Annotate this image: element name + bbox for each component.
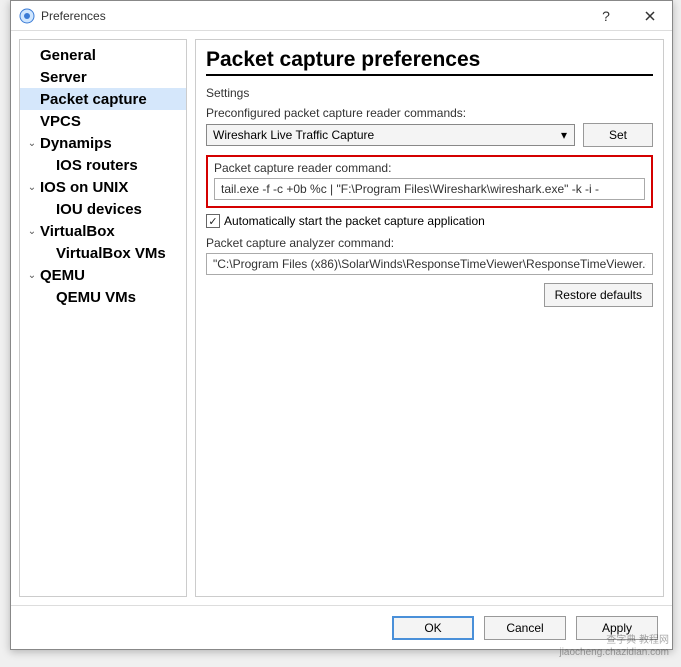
autostart-checkbox[interactable]: ✓ [206, 214, 220, 228]
preferences-window: Preferences ? General Server Packet capt… [10, 0, 673, 650]
close-icon [645, 11, 655, 21]
sidebar-item-ios-routers[interactable]: IOS routers [20, 154, 186, 176]
sidebar-item-virtualbox-vms[interactable]: VirtualBox VMs [20, 242, 186, 264]
sidebar-item-qemu-vms[interactable]: QEMU VMs [20, 286, 186, 308]
sidebar-item-server[interactable]: Server [20, 66, 186, 88]
sidebar-item-vpcs[interactable]: VPCS [20, 110, 186, 132]
window-title: Preferences [41, 9, 584, 23]
dropdown-icon: ▾ [556, 127, 572, 143]
restore-defaults-button[interactable]: Restore defaults [544, 283, 653, 307]
analyzer-label: Packet capture analyzer command: [206, 236, 653, 250]
sidebar-item-dynamips[interactable]: ⌄Dynamips [20, 132, 186, 154]
page-title: Packet capture preferences [206, 48, 653, 76]
sidebar-tree: General Server Packet capture VPCS ⌄Dyna… [19, 39, 187, 597]
reader-label: Packet capture reader command: [214, 161, 645, 175]
chevron-down-icon[interactable]: ⌄ [24, 270, 40, 281]
sidebar-item-qemu[interactable]: ⌄QEMU [20, 264, 186, 286]
titlebar: Preferences ? [11, 1, 672, 31]
body: General Server Packet capture VPCS ⌄Dyna… [11, 31, 672, 605]
autostart-label: Automatically start the packet capture a… [224, 214, 485, 228]
set-button[interactable]: Set [583, 123, 653, 147]
window-controls: ? [584, 1, 672, 31]
autostart-row[interactable]: ✓ Automatically start the packet capture… [206, 214, 653, 228]
watermark: 查字典 教程网 jiaocheng.chazidian.com [559, 635, 669, 659]
sidebar-item-general[interactable]: General [20, 44, 186, 66]
preconfig-combo[interactable]: Wireshark Live Traffic Capture ▾ [206, 124, 575, 146]
reader-command-highlight: Packet capture reader command: [206, 155, 653, 208]
chevron-down-icon[interactable]: ⌄ [24, 138, 40, 149]
help-button[interactable]: ? [584, 1, 628, 31]
cancel-button[interactable]: Cancel [484, 616, 566, 640]
reader-command-input[interactable] [214, 178, 645, 200]
analyzer-command-input[interactable] [206, 253, 653, 275]
chevron-down-icon[interactable]: ⌄ [24, 226, 40, 237]
settings-label: Settings [206, 86, 653, 100]
chevron-down-icon[interactable]: ⌄ [24, 182, 40, 193]
content-panel: Packet capture preferences Settings Prec… [195, 39, 664, 597]
sidebar-item-packet-capture[interactable]: Packet capture [20, 88, 186, 110]
preconfig-value: Wireshark Live Traffic Capture [213, 128, 374, 142]
sidebar-item-iou-devices[interactable]: IOU devices [20, 198, 186, 220]
close-button[interactable] [628, 1, 672, 31]
sidebar-item-virtualbox[interactable]: ⌄VirtualBox [20, 220, 186, 242]
preconfig-label: Preconfigured packet capture reader comm… [206, 106, 653, 120]
ok-button[interactable]: OK [392, 616, 474, 640]
app-icon [19, 8, 35, 24]
sidebar-item-ios-on-unix[interactable]: ⌄IOS on UNIX [20, 176, 186, 198]
